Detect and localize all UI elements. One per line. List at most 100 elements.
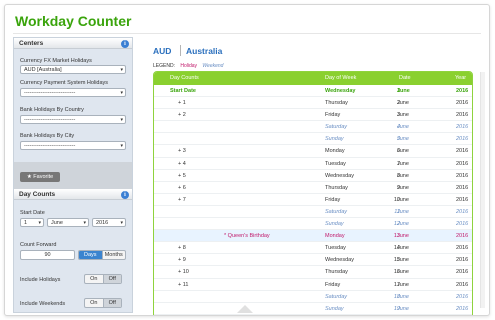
location-separator <box>180 45 181 56</box>
currency-payment-label: Currency Payment System Holidays <box>20 80 109 86</box>
year-cell: 2016 <box>456 281 469 288</box>
day-of-week-cell: Wednesday <box>325 172 354 179</box>
pointer-caret <box>237 305 253 313</box>
count-forward-input[interactable]: 90 <box>20 250 75 260</box>
start-year-value: 2016 <box>96 220 109 226</box>
currency-payment-select[interactable]: ---------------------------- ▾ <box>20 88 126 97</box>
day-of-week-cell: Friday <box>325 112 341 119</box>
day-of-week-cell: Sunday <box>325 305 344 312</box>
day-of-week-cell: Saturday <box>325 124 348 131</box>
chevron-down-icon: ▾ <box>120 90 123 96</box>
currency-fx-select[interactable]: AUD [Australia] ▾ <box>20 65 126 74</box>
centers-header[interactable]: Centers i <box>14 38 132 49</box>
title-divider <box>13 33 481 34</box>
days-months-toggle: Days Months <box>78 250 126 260</box>
table-row: + 6 Thursday 9 June 2016 <box>154 182 472 194</box>
day-of-week-cell: Saturday <box>325 208 348 215</box>
table-row: + 5 Wednesday 8 June 2016 <box>154 170 472 182</box>
year-cell: 2016 <box>456 100 469 107</box>
table-header: Day Counts Day of Week Date Year <box>154 72 472 85</box>
info-icon[interactable]: i <box>121 39 129 48</box>
months-option[interactable]: Months <box>101 251 126 259</box>
bank-country-value: ---------------------------- <box>24 117 76 123</box>
date-month-cell: June <box>397 124 409 131</box>
year-cell: 2016 <box>456 208 469 215</box>
day-of-week-cell: Friday <box>325 196 341 203</box>
day-of-week-cell: Friday <box>325 281 341 288</box>
legend-label: LEGEND: <box>153 63 175 69</box>
table-row: + 2 Friday 3 June 2016 <box>154 109 472 122</box>
year-cell: 2016 <box>456 245 469 252</box>
weekend-row: Saturday 4 June 2016 <box>154 121 472 134</box>
date-month-cell: June <box>397 269 409 276</box>
day-of-week-cell: Thursday <box>325 184 348 191</box>
table-row: + 1 Thursday 2 June 2016 <box>154 97 472 110</box>
table-row: + 9 Wednesday 15 June 2016 <box>154 254 472 267</box>
date-month-cell: June <box>397 136 409 143</box>
column-day-of-week: Day of Week <box>325 75 357 81</box>
start-month-select[interactable]: June ▾ <box>47 218 89 227</box>
year-cell: 2016 <box>456 124 469 131</box>
start-month-value: June <box>51 220 63 226</box>
year-cell: 2016 <box>456 305 469 312</box>
weekend-row: Saturday 11 June 2016 <box>154 206 472 219</box>
favorite-button[interactable]: ★ Favorite <box>20 172 60 182</box>
start-day-select[interactable]: 1 ▾ <box>20 218 44 227</box>
day-of-week-cell: Monday <box>325 148 345 155</box>
legend: LEGEND: Holiday Weekend <box>153 63 223 69</box>
bank-country-select[interactable]: ---------------------------- ▾ <box>20 115 126 124</box>
day-count-cell: + 4 <box>178 160 186 167</box>
include-weekends-on[interactable]: On <box>85 299 103 307</box>
chevron-down-icon: ▾ <box>120 143 123 149</box>
date-month-cell: June <box>397 148 409 155</box>
column-day-counts: Day Counts <box>170 75 199 81</box>
day-count-cell: + 7 <box>178 196 186 203</box>
date-month-cell: June <box>397 88 410 94</box>
column-date: Date <box>399 75 411 81</box>
year-cell: 2016 <box>456 233 469 240</box>
currency-code: AUD <box>153 46 172 56</box>
bank-city-value: ---------------------------- <box>24 143 76 149</box>
day-of-week-cell: Saturday <box>325 293 348 300</box>
start-day-value: 1 <box>24 220 28 226</box>
column-year: Year <box>455 75 467 81</box>
day-counts-header[interactable]: Day Counts i <box>14 189 132 200</box>
legend-weekend: Weekend <box>202 63 224 69</box>
year-cell: 2016 <box>456 257 469 264</box>
day-of-week-cell: Thursday <box>325 269 348 276</box>
weekend-row: Sunday 5 June 2016 <box>154 133 472 146</box>
info-icon[interactable]: i <box>121 190 129 199</box>
table-row: + 4 Tuesday 7 June 2016 <box>154 158 472 170</box>
bank-country-label: Bank Holidays By Country <box>20 107 84 113</box>
day-count-cell: + 10 <box>178 269 189 276</box>
days-option[interactable]: Days <box>79 251 102 259</box>
include-holidays-on[interactable]: On <box>85 275 103 283</box>
day-of-week-cell: Wednesday <box>325 88 356 94</box>
count-forward-label: Count Forward <box>20 242 57 248</box>
day-count-cell: + 5 <box>178 172 186 179</box>
day-count-cell: + 6 <box>178 184 186 191</box>
include-holidays-off[interactable]: Off <box>102 275 121 283</box>
table-row: Start Date Wednesday 1 June 2016 <box>154 85 472 98</box>
day-counts-section: Day Counts i <box>14 189 132 200</box>
date-month-cell: June <box>397 221 409 228</box>
bank-city-label: Bank Holidays By City <box>20 133 75 139</box>
app-window: Workday Counter Centers i Currency FX Ma… <box>4 4 490 316</box>
year-cell: 2016 <box>456 221 469 228</box>
table-row: + 8 Tuesday 14 June 2016 <box>154 242 472 255</box>
bank-city-select[interactable]: ---------------------------- ▾ <box>20 141 126 150</box>
currency-payment-value: ---------------------------- <box>24 90 76 96</box>
day-count-table: Day Counts Day of Week Date Year Start D… <box>153 71 473 315</box>
scrollbar[interactable] <box>480 72 485 308</box>
date-month-cell: June <box>397 112 409 119</box>
day-count-cell: + 11 <box>178 281 189 288</box>
include-weekends-off[interactable]: Off <box>102 299 121 307</box>
chevron-down-icon: ▾ <box>38 220 41 226</box>
day-count-cell: + 2 <box>178 112 186 119</box>
weekend-row: Sunday 19 June 2016 <box>154 303 472 315</box>
year-cell: 2016 <box>456 88 469 94</box>
day-count-cell: Start Date <box>170 88 196 94</box>
start-year-select[interactable]: 2016 ▾ <box>92 218 126 227</box>
day-of-week-cell: Sunday <box>325 221 344 228</box>
day-of-week-cell: Thursday <box>325 100 348 107</box>
